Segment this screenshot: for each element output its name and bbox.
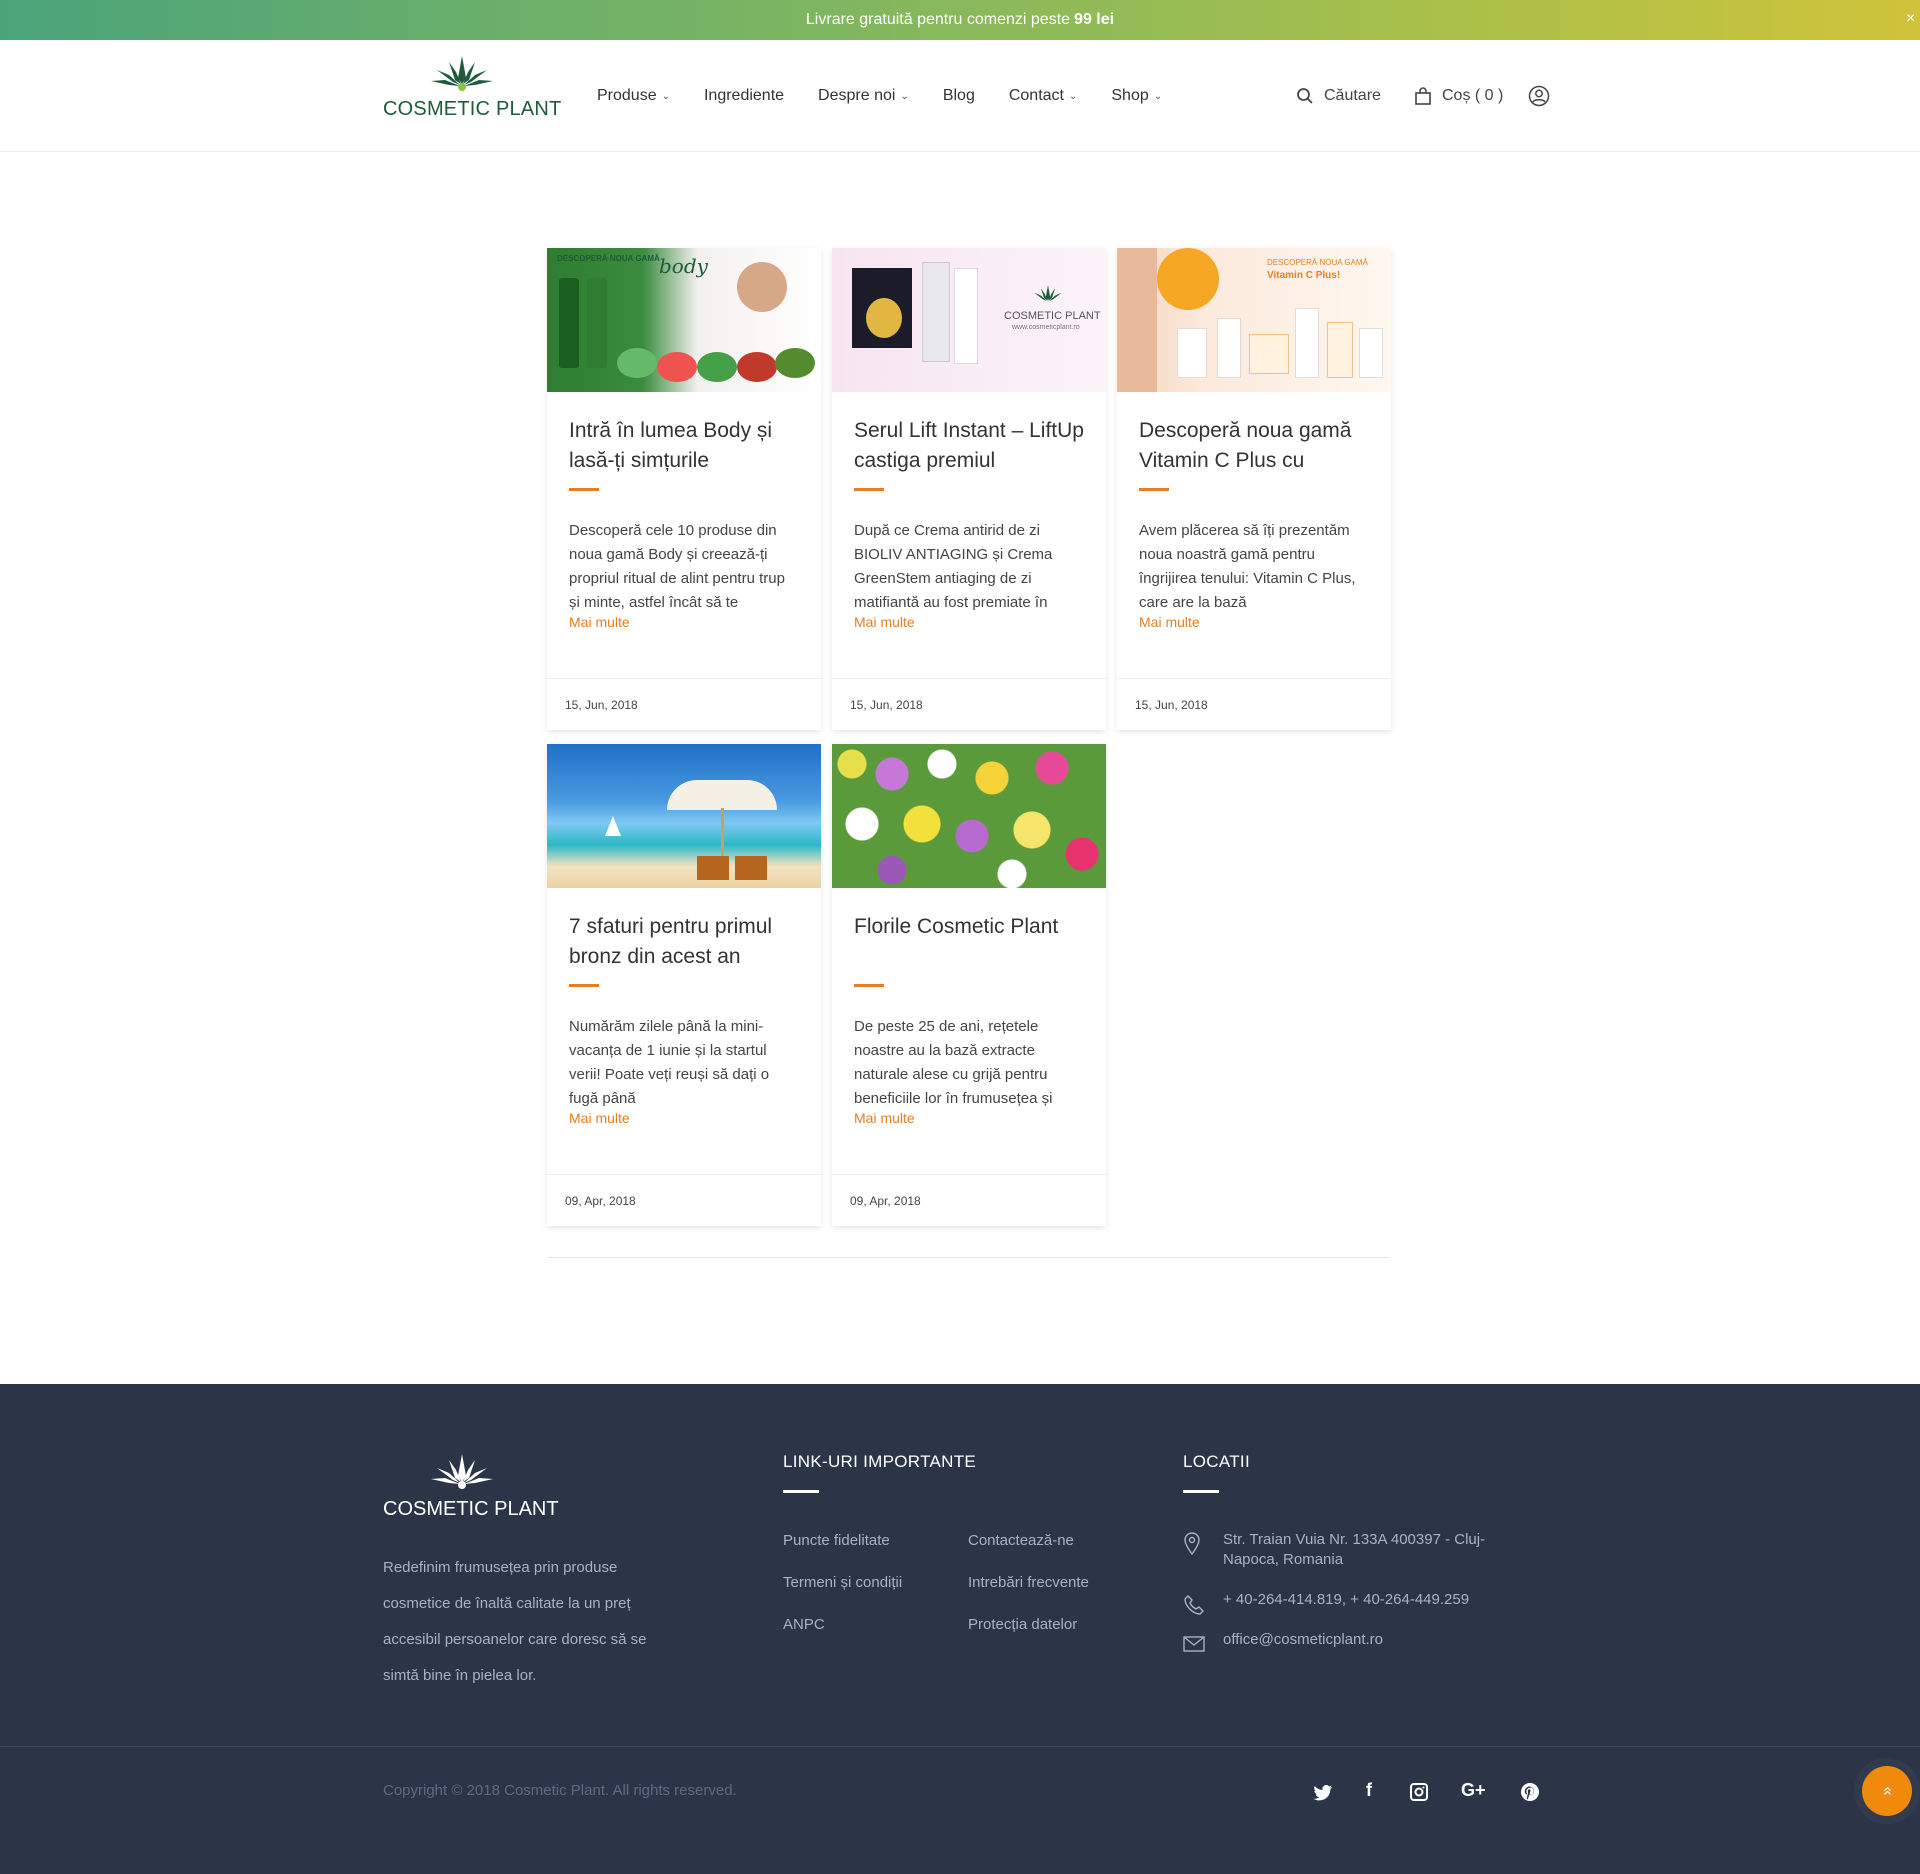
post-date: 15, Jun, 2018 — [547, 678, 821, 730]
post-image[interactable]: DESCOPERĂ NOUA GAMĂ body — [547, 248, 821, 392]
post-title[interactable]: Descoperă noua gamă Vitamin C Plus cu — [1139, 416, 1369, 476]
footer-link[interactable]: Contactează-ne — [968, 1532, 1074, 1549]
read-more-link[interactable]: Mai multe — [569, 1110, 630, 1126]
main-nav: Produse ⌄ Ingrediente Despre noi ⌄ Blog Co… — [597, 40, 1196, 152]
locations-heading: LOCATII — [1183, 1452, 1250, 1471]
lotus-logo-icon — [1034, 285, 1062, 302]
post-excerpt: Numărăm zilele până la mini-vacanța de 1… — [569, 1018, 770, 1107]
chevron-down-icon: ⌄ — [661, 90, 670, 102]
footer-separator — [0, 1746, 1920, 1747]
title-underline — [854, 984, 884, 987]
footer-link[interactable]: ANPC — [783, 1616, 825, 1633]
site-header: COSMETIC PLANT Produse ⌄ Ingrediente Desp… — [0, 40, 1920, 152]
site-footer: COSMETIC PLANT Redefinim frumusețea prin… — [0, 1384, 1920, 1874]
blog-card: COSMETIC PLANT www.cosmeticplant.ro Seru… — [832, 248, 1106, 730]
nav-item-despre-noi[interactable]: Despre noi ⌄ — [818, 87, 909, 105]
post-title[interactable]: Intră în lumea Body și lasă-ți simțurile — [569, 416, 799, 476]
post-date: 09, Apr, 2018 — [832, 1174, 1106, 1226]
footer-link[interactable]: Intrebări frecvente — [968, 1574, 1089, 1591]
read-more-link[interactable]: Mai multe — [569, 614, 630, 630]
blog-card: DESCOPERĂ NOUA GAMĂ Vitamin C Plus! Desc… — [1117, 248, 1391, 730]
back-to-top-button[interactable]: » — [1862, 1766, 1912, 1816]
lotus-logo-icon — [431, 1454, 493, 1489]
chevron-down-icon: ⌄ — [900, 90, 909, 102]
post-excerpt: Avem plăcerea să îți prezentăm noua noas… — [1139, 522, 1356, 611]
nav-item-blog[interactable]: Blog — [943, 87, 975, 105]
post-image[interactable] — [832, 744, 1106, 888]
logo[interactable]: COSMETIC PLANT — [383, 54, 561, 126]
promo-bar: Livrare gratuită pentru comenzi peste 99… — [0, 0, 1920, 40]
footer-logo[interactable]: COSMETIC PLANT — [383, 1452, 563, 1532]
heading-underline — [783, 1490, 819, 1493]
post-excerpt: După ce Crema antirid de zi BIOLIV ANTIA… — [854, 522, 1053, 611]
title-underline — [569, 488, 599, 491]
title-underline — [1139, 488, 1169, 491]
post-date: 15, Jun, 2018 — [1117, 678, 1391, 730]
footer-link[interactable]: Protecția datelor — [968, 1616, 1077, 1633]
title-underline — [854, 488, 884, 491]
post-excerpt: De peste 25 de ani, rețetele noastre au … — [854, 1018, 1053, 1107]
email-link[interactable]: office@cosmeticplant.ro — [1223, 1630, 1523, 1650]
google-plus-icon[interactable]: G+ — [1461, 1780, 1486, 1801]
nav-item-shop[interactable]: Shop ⌄ — [1111, 87, 1162, 105]
chevron-down-icon: ⌄ — [1068, 90, 1078, 102]
phone-icon — [1184, 1595, 1204, 1615]
nav-item-produse[interactable]: Produse ⌄ — [597, 87, 670, 105]
post-excerpt: Descoperă cele 10 produse din noua gamă … — [569, 522, 785, 611]
search-icon — [1297, 88, 1313, 104]
user-icon — [1528, 85, 1550, 107]
blog-card: 7 sfaturi pentru primul bronz din acest … — [547, 744, 821, 1226]
post-image[interactable]: DESCOPERĂ NOUA GAMĂ Vitamin C Plus! — [1117, 248, 1391, 392]
instagram-icon[interactable] — [1410, 1783, 1428, 1801]
nav-item-contact[interactable]: Contact ⌄ — [1009, 87, 1078, 105]
account-button[interactable] — [1528, 40, 1560, 152]
search-button[interactable]: Căutare — [1296, 40, 1381, 152]
twitter-icon[interactable] — [1313, 1785, 1333, 1801]
shopping-bag-icon — [1415, 87, 1431, 105]
envelope-icon — [1183, 1636, 1205, 1652]
footer-link[interactable]: Puncte fidelitate — [783, 1532, 890, 1549]
facebook-icon[interactable]: f — [1366, 1780, 1372, 1801]
read-more-link[interactable]: Mai multe — [854, 614, 915, 630]
read-more-link[interactable]: Mai multe — [854, 1110, 915, 1126]
links-heading: LINK-URI IMPORTANTE — [783, 1452, 977, 1471]
map-pin-icon — [1184, 1532, 1200, 1556]
phone-numbers[interactable]: + 40-264-414.819, + 40-264-449.259 — [1223, 1590, 1523, 1610]
heading-underline — [1183, 1490, 1219, 1493]
post-date: 09, Apr, 2018 — [547, 1174, 821, 1226]
copyright: Copyright © 2018 Cosmetic Plant. All rig… — [383, 1782, 737, 1799]
search-label: Căutare — [1324, 87, 1381, 104]
post-title[interactable]: Florile Cosmetic Plant — [854, 912, 1084, 972]
pinterest-icon[interactable] — [1521, 1783, 1539, 1801]
address: Str. Traian Vuia Nr. 133A 400397 - Cluj-… — [1223, 1531, 1486, 1568]
post-image[interactable]: COSMETIC PLANT www.cosmeticplant.ro — [832, 248, 1106, 392]
blog-card: DESCOPERĂ NOUA GAMĂ body Intră în lumea … — [547, 248, 821, 730]
logo-text: COSMETIC PLANT — [383, 98, 562, 120]
promo-text: Livrare gratuită pentru comenzi peste — [805, 11, 1071, 28]
chevron-down-icon: ⌄ — [1153, 90, 1163, 102]
cart-label: Coș ( 0 ) — [1442, 87, 1504, 104]
footer-about: Redefinim frumusețea prin produse cosmet… — [383, 1559, 647, 1684]
content-divider — [547, 1257, 1390, 1258]
close-icon[interactable]: × — [1906, 10, 1920, 30]
promo-amount: 99 lei — [1074, 11, 1115, 28]
double-chevron-up-icon: » — [1878, 1786, 1895, 1796]
nav-item-ingrediente[interactable]: Ingrediente — [704, 87, 784, 105]
read-more-link[interactable]: Mai multe — [1139, 614, 1200, 630]
footer-logo-text: COSMETIC PLANT — [383, 1498, 559, 1520]
lotus-logo-icon — [431, 56, 493, 91]
blog-card: Florile Cosmetic Plant De peste 25 de an… — [832, 744, 1106, 1226]
title-underline — [569, 984, 599, 987]
post-title[interactable]: 7 sfaturi pentru primul bronz din acest … — [569, 912, 799, 972]
footer-link[interactable]: Termeni și condiții — [783, 1574, 902, 1591]
cart-button[interactable]: Coș ( 0 ) — [1414, 40, 1503, 152]
post-image[interactable] — [547, 744, 821, 888]
post-title[interactable]: Serul Lift Instant – LiftUp castiga prem… — [854, 416, 1084, 476]
post-date: 15, Jun, 2018 — [832, 678, 1106, 730]
